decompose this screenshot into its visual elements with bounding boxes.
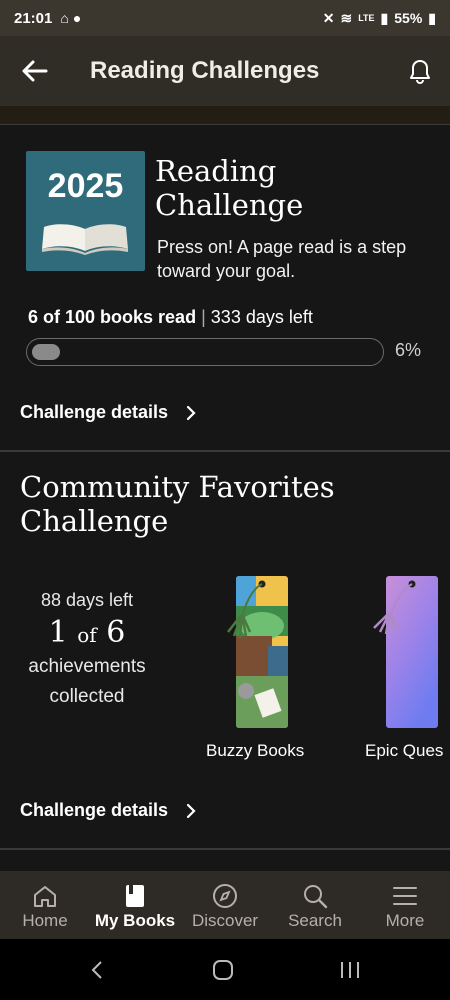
compass-icon [213, 884, 237, 908]
status-time: 21:01 [14, 9, 53, 27]
nav-home[interactable]: Home [0, 871, 90, 939]
top-strip [0, 106, 450, 125]
challenge-subtitle: Press on! A page read is a step toward y… [157, 237, 407, 281]
chevron-right-icon [186, 803, 196, 818]
bookmark-buzzy-books[interactable] [218, 566, 294, 730]
stats-separator: | [201, 307, 206, 327]
nav-search[interactable]: Search [270, 871, 360, 939]
back-arrow-icon [22, 60, 48, 82]
reading-challenge-title: Reading Challenge [155, 154, 304, 222]
bookmark-label-epic-quest: Epic Ques [365, 741, 444, 760]
mute-icon: ✕ [322, 9, 335, 26]
progress-percent: 6% [395, 340, 422, 360]
notifications-button[interactable] [390, 36, 450, 106]
achievements-count: 1 of 6 [48, 615, 126, 650]
progress-fill [32, 344, 60, 360]
status-bar: 21:01 ⌂ ● ✕ ≋ LTE ▮ 55% ▮ [0, 0, 450, 36]
section-divider [0, 450, 450, 452]
nav-discover[interactable]: Discover [180, 871, 270, 939]
bottom-nav: Home My Books Discover Search More [0, 871, 450, 939]
home-icon [34, 886, 56, 907]
book-icon [126, 885, 144, 907]
community-days-left: 88 days left [40, 590, 134, 610]
achievements-label: achievements collected [28, 656, 146, 707]
challenge-details-label: Challenge details [20, 800, 169, 820]
back-button[interactable] [0, 36, 70, 106]
books-read-text: 6 of 100 books read [28, 307, 197, 327]
days-left-text: 333 days left [210, 307, 313, 327]
bookmark-label-buzzy-books: Buzzy Books [206, 741, 305, 760]
progress-bar [26, 338, 384, 366]
challenge-details-link[interactable]: Challenge details [20, 402, 196, 423]
battery-text: 55% [394, 10, 423, 26]
community-challenge-details-link[interactable]: Challenge details [20, 800, 196, 821]
signal-icon: ▮ [380, 9, 389, 26]
challenge-badge: 2025 [26, 151, 145, 271]
menu-icon [393, 887, 417, 905]
community-challenge-title: Community Favorites Challenge [20, 470, 335, 538]
system-recents-icon[interactable] [339, 960, 361, 980]
challenge-details-label: Challenge details [20, 402, 169, 422]
system-back-icon[interactable] [90, 960, 104, 980]
badge-year: 2025 [47, 167, 124, 205]
section-divider [0, 848, 450, 850]
system-home-icon[interactable] [212, 960, 234, 980]
battery-icon: ▮ [428, 9, 436, 26]
chevron-right-icon [186, 405, 196, 420]
nav-my-books[interactable]: My Books [90, 871, 180, 939]
home-status-icon: ⌂ [60, 10, 69, 26]
wifi-icon: ≋ [340, 9, 353, 26]
system-nav-bar [0, 939, 450, 1000]
community-stats: 88 days left 1 of 6 achievements collect… [12, 590, 162, 712]
network-label: LTE [358, 13, 375, 23]
challenge-stats: 6 of 100 books read | 333 days left [28, 307, 313, 328]
bell-icon [410, 60, 430, 84]
page-title: Reading Challenges [90, 57, 320, 84]
search-icon [304, 885, 328, 909]
app-bar: Reading Challenges [0, 36, 450, 106]
nav-more[interactable]: More [360, 871, 450, 939]
app-status-icon: ● [72, 10, 82, 26]
open-book-icon [42, 224, 128, 255]
bookmark-epic-quest[interactable] [368, 566, 442, 730]
